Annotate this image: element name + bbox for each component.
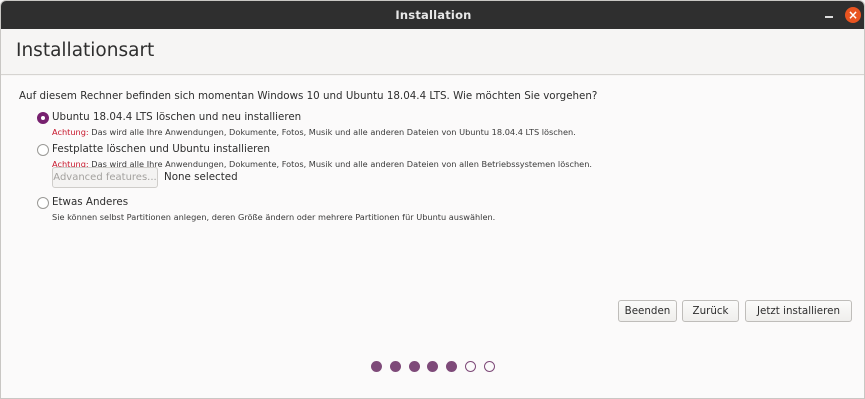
warning-prefix: Achtung: xyxy=(52,127,89,137)
progress-dot xyxy=(408,361,420,372)
option-label: Festplatte löschen und Ubuntu installier… xyxy=(52,143,271,155)
minimize-icon xyxy=(825,16,833,18)
close-icon: × xyxy=(847,8,859,22)
warning-text: Das wird alle Ihre Anwendungen, Dokument… xyxy=(88,159,593,169)
progress-dot xyxy=(483,361,495,372)
option-description: Sie können selbst Partitionen anlegen, d… xyxy=(52,212,496,222)
option-label: Ubuntu 18.04.4 LTS löschen und neu insta… xyxy=(52,111,302,123)
option-label: Etwas Anderes xyxy=(52,196,129,208)
page-header: Installationsart xyxy=(1,29,864,75)
progress-dot xyxy=(427,361,439,372)
progress-dot xyxy=(465,361,476,372)
step-progress-indicator xyxy=(371,361,501,373)
title-bar: Installation × xyxy=(1,1,864,29)
radio-erase-disk[interactable] xyxy=(37,144,49,156)
option-warning: Achtung: Das wird alle Ihre Anwendungen,… xyxy=(52,127,576,137)
page-title: Installationsart xyxy=(16,40,155,61)
quit-button[interactable]: Beenden xyxy=(618,300,677,322)
window-title: Installation xyxy=(395,8,472,22)
progress-dot xyxy=(371,361,382,372)
advanced-features-button[interactable]: Advanced features... xyxy=(52,167,158,188)
question-text: Auf diesem Rechner befinden sich momenta… xyxy=(19,90,598,102)
advanced-features-status: None selected xyxy=(164,171,238,183)
close-button[interactable]: × xyxy=(845,7,861,23)
minimize-button[interactable] xyxy=(821,7,837,23)
main-content: Auf diesem Rechner befinden sich momenta… xyxy=(1,76,864,398)
progress-dot xyxy=(446,361,458,372)
radio-something-else[interactable] xyxy=(37,197,49,209)
back-button[interactable]: Zurück xyxy=(682,300,739,322)
install-now-button[interactable]: Jetzt installieren xyxy=(745,300,852,322)
progress-dot xyxy=(389,361,401,372)
radio-reinstall-ubuntu[interactable] xyxy=(37,112,49,124)
warning-text: Das wird alle Ihre Anwendungen, Dokument… xyxy=(88,127,576,137)
installer-window: Installation × Installationsart Auf dies… xyxy=(0,0,865,399)
